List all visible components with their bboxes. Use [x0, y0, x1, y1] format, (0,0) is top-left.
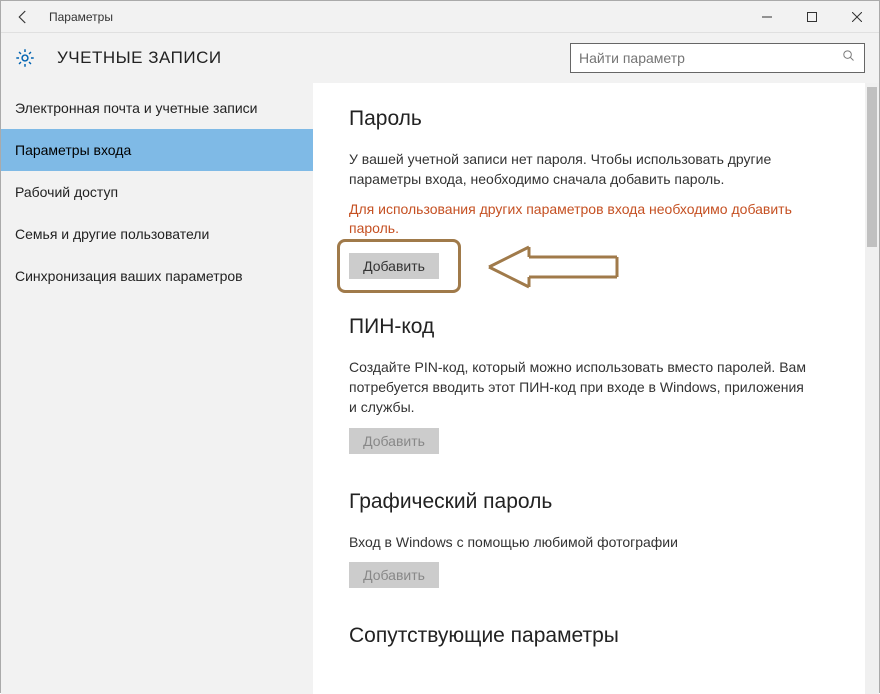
- scrollbar[interactable]: [865, 83, 879, 694]
- add-password-button[interactable]: Добавить: [349, 253, 439, 279]
- section-picture-password: Графический пароль Вход в Windows с помо…: [349, 490, 851, 588]
- section-title: ПИН-код: [349, 315, 851, 339]
- annotation-arrow-icon: [479, 243, 619, 296]
- section-related: Сопутствующие параметры: [349, 624, 851, 648]
- sidebar-item-sync[interactable]: Синхронизация ваших параметров: [1, 255, 313, 297]
- section-pin: ПИН-код Создайте PIN-код, который можно …: [349, 315, 851, 454]
- section-desc: У вашей учетной записи нет пароля. Чтобы…: [349, 149, 809, 190]
- search-box[interactable]: [570, 43, 865, 73]
- section-password: Пароль У вашей учетной записи нет пароля…: [349, 107, 851, 279]
- section-desc: Создайте PIN-код, который можно использо…: [349, 357, 809, 418]
- section-title: Пароль: [349, 107, 851, 131]
- sidebar-item-email-accounts[interactable]: Электронная почта и учетные записи: [1, 87, 313, 129]
- titlebar: Параметры: [1, 1, 879, 33]
- minimize-button[interactable]: [744, 1, 789, 33]
- section-title: Графический пароль: [349, 490, 851, 514]
- sidebar-item-label: Синхронизация ваших параметров: [15, 268, 243, 284]
- add-picture-password-button[interactable]: Добавить: [349, 562, 439, 588]
- sidebar-item-label: Электронная почта и учетные записи: [15, 100, 257, 116]
- sidebar-item-family[interactable]: Семья и другие пользователи: [1, 213, 313, 255]
- section-desc: Вход в Windows с помощью любимой фотогра…: [349, 532, 809, 552]
- search-icon: [841, 48, 856, 68]
- sidebar-item-label: Семья и другие пользователи: [15, 226, 209, 242]
- sidebar-item-work-access[interactable]: Рабочий доступ: [1, 171, 313, 213]
- content: Пароль У вашей учетной записи нет пароля…: [313, 83, 879, 694]
- back-button[interactable]: [9, 3, 37, 31]
- close-button[interactable]: [834, 1, 879, 33]
- add-pin-button[interactable]: Добавить: [349, 428, 439, 454]
- search-input[interactable]: [579, 50, 841, 66]
- window-title: Параметры: [49, 10, 113, 24]
- sidebar-item-label: Параметры входа: [15, 142, 131, 158]
- gear-icon: [13, 46, 37, 70]
- sidebar: Электронная почта и учетные записи Парам…: [1, 83, 313, 694]
- sidebar-item-label: Рабочий доступ: [15, 184, 118, 200]
- maximize-button[interactable]: [789, 1, 834, 33]
- section-title: Сопутствующие параметры: [349, 624, 851, 648]
- sidebar-item-signin-options[interactable]: Параметры входа: [1, 129, 313, 171]
- category-title: УЧЕТНЫЕ ЗАПИСИ: [57, 48, 222, 68]
- scrollbar-thumb[interactable]: [867, 87, 877, 247]
- section-warning: Для использования других параметров вход…: [349, 200, 809, 239]
- header: УЧЕТНЫЕ ЗАПИСИ: [1, 33, 879, 83]
